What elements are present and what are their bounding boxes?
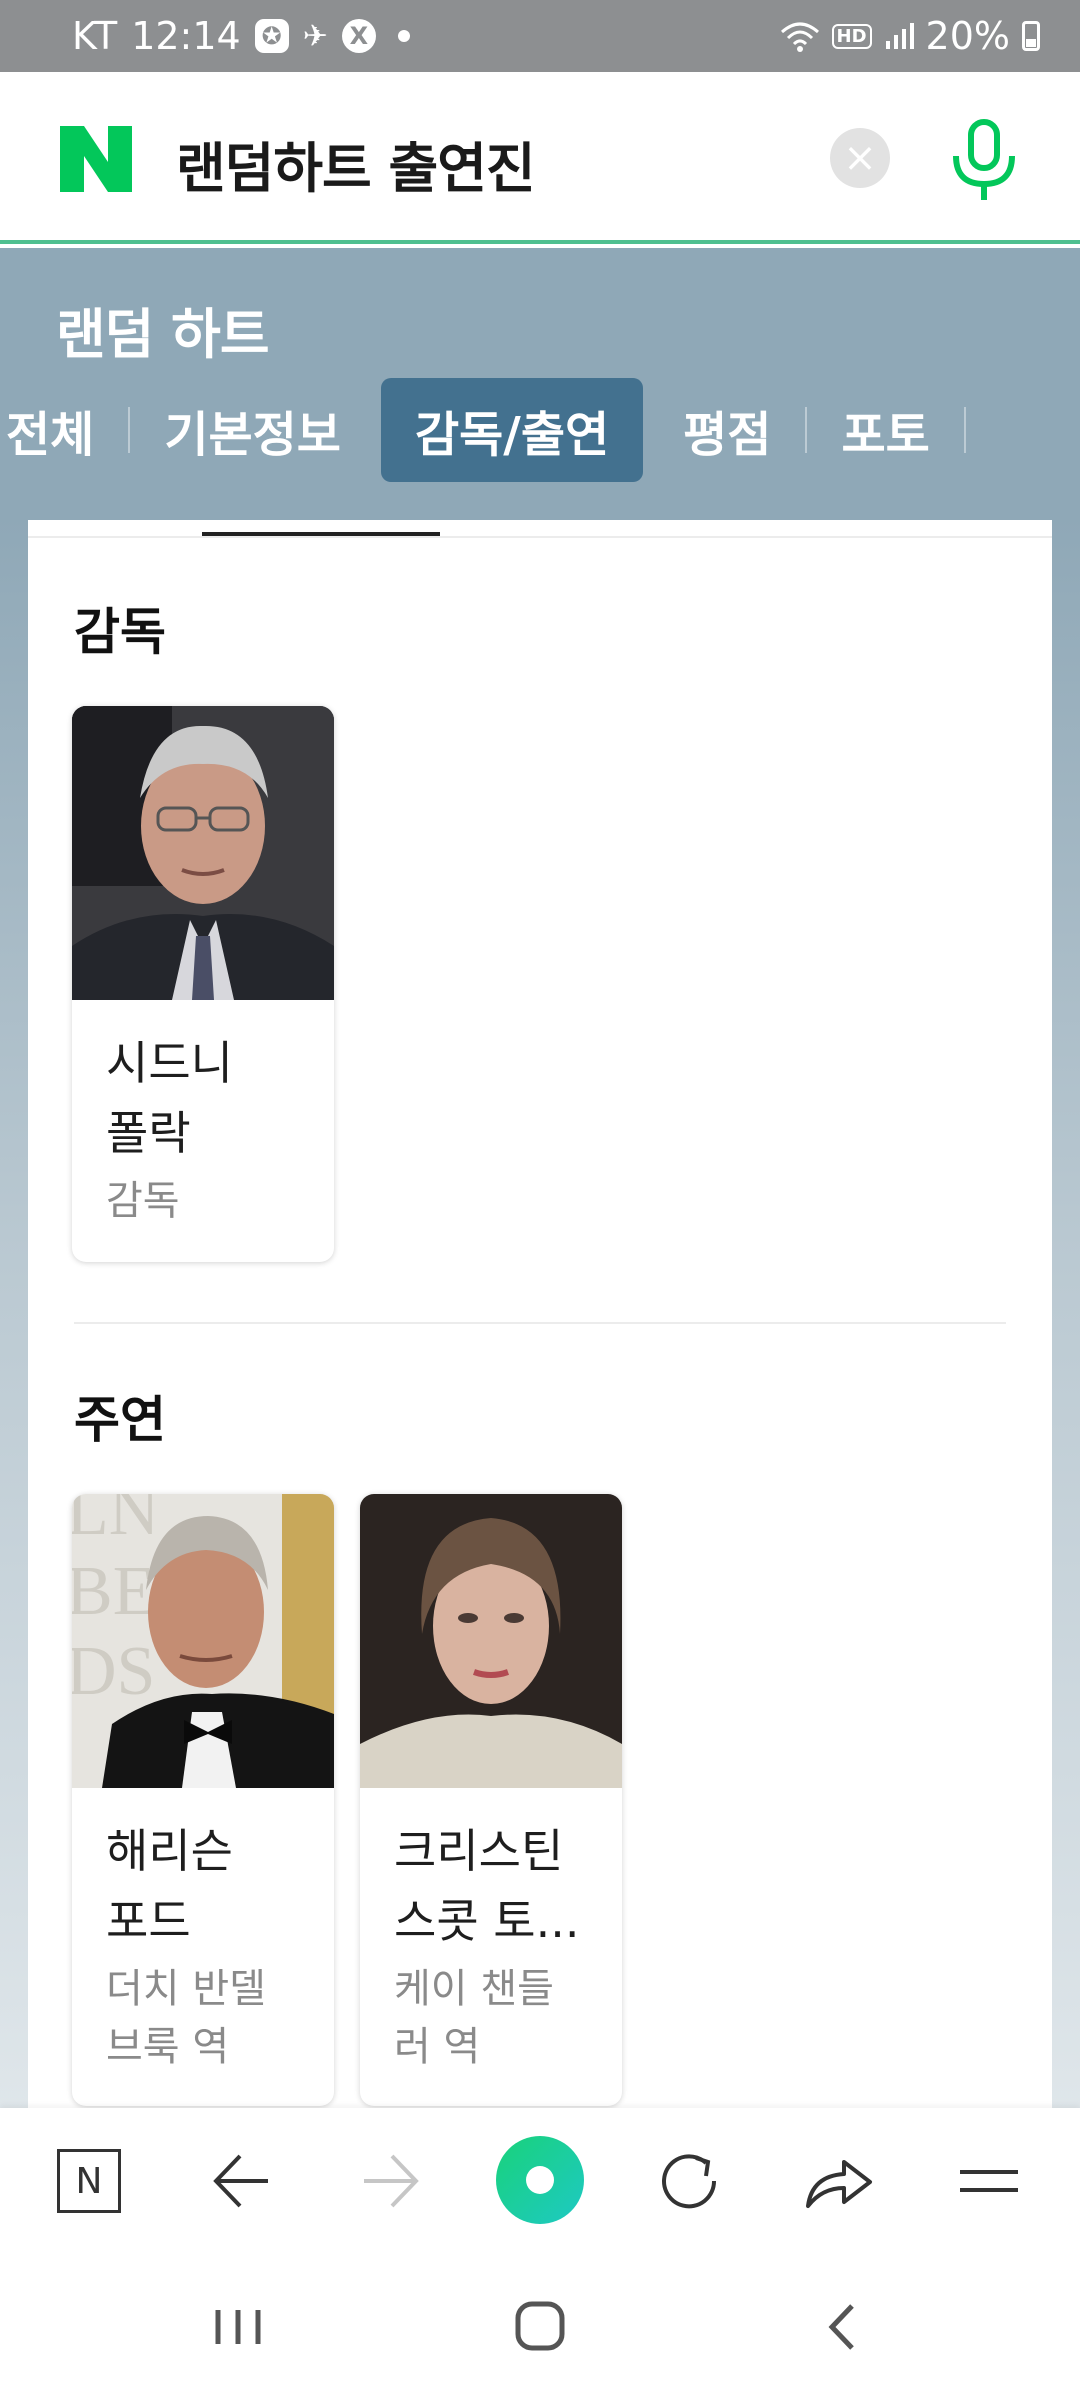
clear-search-button[interactable]: × [830, 128, 890, 188]
svg-text:LN: LN [72, 1494, 159, 1550]
person-card-director[interactable]: 시드니 폴락 감독 [72, 706, 334, 1262]
tab-director-cast[interactable]: 감독/출연 [380, 378, 644, 482]
tab-separator [963, 407, 966, 453]
tab-rating[interactable]: 평점 [649, 378, 805, 482]
microphone-icon[interactable] [944, 116, 1024, 206]
person-role-line1: 케이 챈들 [394, 1966, 554, 2012]
person-photo [72, 706, 334, 1000]
person-name-line2: 포드 [106, 1894, 191, 1948]
tab-basic-info[interactable]: 기본정보 [130, 378, 375, 482]
carrier-label: KT [72, 14, 118, 58]
person-role: 케이 챈들 러 역 [394, 1960, 604, 2076]
person-name-line1: 크리스틴 [394, 1824, 564, 1878]
person-card-lead-2[interactable]: 크리스틴 스콧 토... 케이 챈들 러 역 [360, 1494, 622, 2106]
hd-badge: HD [831, 23, 872, 49]
person-role: 더치 반델 브룩 역 [106, 1960, 316, 2076]
person-name-line2: 스콧 토... [394, 1894, 580, 1948]
person-role: 감독 [106, 1178, 180, 1224]
browser-toolbar: N [0, 2108, 1080, 2254]
battery-percent: 20% [925, 14, 1010, 58]
menu-icon[interactable] [944, 2136, 1034, 2226]
person-role-line2: 러 역 [394, 2024, 481, 2070]
status-bar: KT 12:14 ✪ ✈ X HD 20% [0, 0, 1080, 72]
person-photo: LN BE DS [72, 1494, 334, 1788]
person-name-line1: 시드니 [106, 1036, 233, 1090]
system-nav-bar [0, 2254, 1080, 2400]
person-role-line2: 브룩 역 [106, 2024, 230, 2070]
home-letter: N [57, 2149, 121, 2213]
person-name: 시드니 폴락 [106, 1028, 316, 1168]
person-role-line1: 더치 반델 [106, 1966, 266, 2012]
compass-icon: ✪ [254, 19, 289, 53]
svg-text:DS: DS [72, 1633, 155, 1710]
green-dot-icon[interactable] [494, 2134, 586, 2226]
battery-icon [1022, 21, 1040, 51]
refresh-icon[interactable] [644, 2136, 734, 2226]
person-name-line2: 폴락 [106, 1106, 191, 1160]
tab-photo[interactable]: 포토 [807, 378, 963, 482]
search-header: 랜덤하트 출연진 × [0, 72, 1080, 244]
x-app-icon: X [341, 19, 376, 53]
forward-arrow-icon[interactable] [346, 2136, 436, 2226]
satellite-icon: ✈ [302, 18, 328, 54]
signal-icon [885, 23, 914, 49]
person-card-lead-1[interactable]: LN BE DS 해리슨 포드 더치 반델 브룩 역 [72, 1494, 334, 2106]
person-photo [360, 1494, 622, 1788]
share-icon[interactable] [794, 2136, 884, 2226]
naver-home-icon[interactable]: N [44, 2136, 134, 2226]
search-query[interactable]: 랜덤하트 출연진 [176, 124, 536, 203]
card-top-border [28, 536, 1052, 538]
close-icon: × [843, 135, 877, 181]
section-title-lead: 주연 [74, 1391, 166, 1449]
naver-logo-icon[interactable] [60, 126, 132, 192]
notification-dot-icon [397, 30, 410, 42]
section-divider [74, 1322, 1006, 1324]
tab-all[interactable]: 전체 [0, 378, 128, 482]
home-icon[interactable] [490, 2282, 590, 2372]
movie-title: 랜덤 하트 [56, 303, 270, 366]
active-subtab-indicator [202, 532, 440, 536]
tab-bar: 전체 기본정보 감독/출연 평점 포토 [0, 378, 966, 482]
person-name-line1: 해리슨 [106, 1824, 233, 1878]
clock: 12:14 [131, 14, 241, 58]
back-icon[interactable] [792, 2282, 892, 2372]
recent-apps-icon[interactable] [188, 2282, 288, 2372]
section-title-director: 감독 [74, 603, 166, 661]
wifi-icon [780, 22, 819, 52]
movie-header: 랜덤 하트 전체 기본정보 감독/출연 평점 포토 [0, 248, 1080, 518]
back-arrow-icon[interactable] [196, 2136, 286, 2226]
svg-text:BE: BE [72, 1553, 155, 1630]
person-name: 크리스틴 스콧 토... [394, 1816, 604, 1956]
person-name: 해리슨 포드 [106, 1816, 316, 1956]
